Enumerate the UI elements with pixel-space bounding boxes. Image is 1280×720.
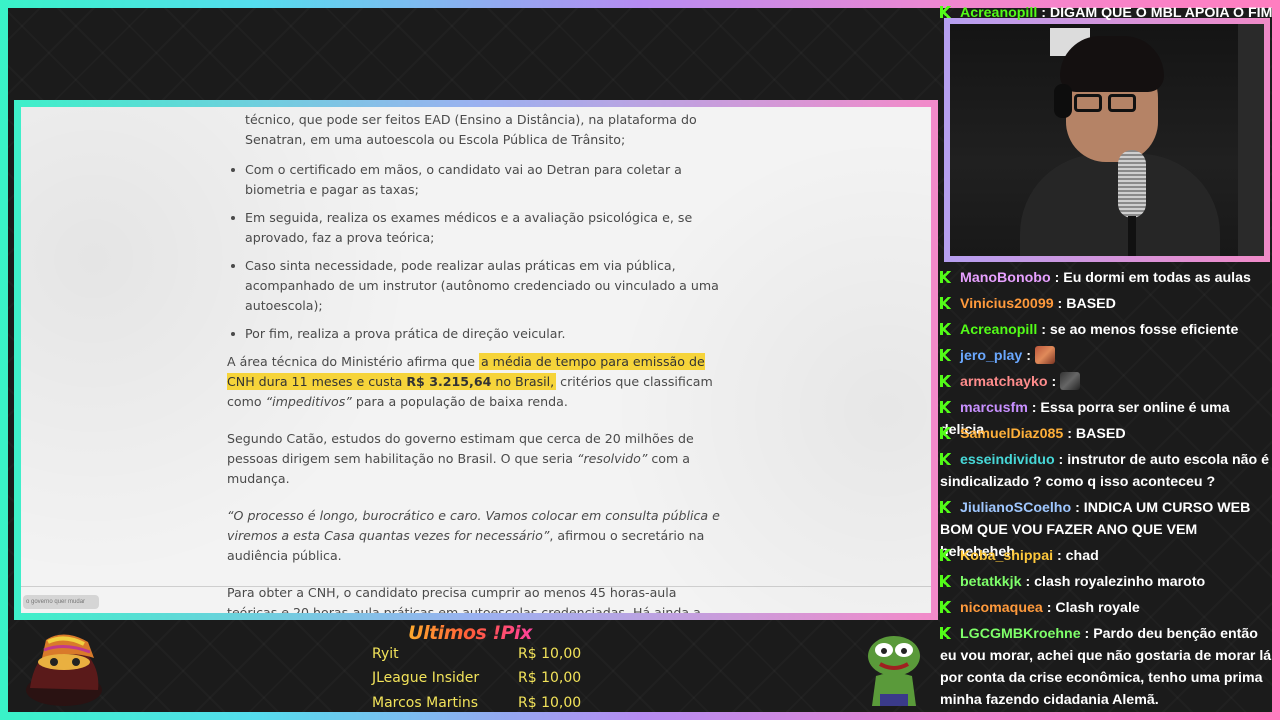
chat-text: : Eu dormi em todas as aulas <box>1050 270 1251 286</box>
pix-donor-name: Marcos Martins <box>372 695 479 711</box>
chat-username[interactable]: Koba_shippai <box>960 548 1053 564</box>
chat-text: : DIGAM QUE O MBL APOIA O FIM <box>1037 5 1273 21</box>
chat-username[interactable]: SamuelDiaz085 <box>960 426 1063 442</box>
kick-badge-icon <box>940 453 952 465</box>
kick-badge-icon <box>940 349 952 361</box>
divider <box>21 586 931 587</box>
chat-message: Acreanopill : se ao menos fosse eficient… <box>940 319 1274 341</box>
chat-message: nicomaquea : Clash royale <box>940 597 1274 619</box>
chat-text: : BASED <box>1063 426 1126 442</box>
kick-badge-icon <box>940 401 952 413</box>
chat-username[interactable]: armatchayko <box>960 374 1048 390</box>
kick-badge-icon <box>940 271 952 283</box>
chat-text: : Clash royale <box>1042 600 1140 616</box>
chat-username[interactable]: Acreanopill <box>960 5 1037 21</box>
article-body: técnico, que pode ser feitos EAD (Ensino… <box>227 107 727 613</box>
chat-panel: Acreanopill : DIGAM QUE O MBL APOIA O FI… <box>940 0 1274 720</box>
list-item-continuation: técnico, que pode ser feitos EAD (Ensino… <box>245 112 697 147</box>
paragraph-text: para a população de baixa renda. <box>351 394 568 409</box>
chat-username[interactable]: jero_play <box>960 348 1022 364</box>
chat-message: Vinicius20099 : BASED <box>940 293 1274 315</box>
article-capture-frame: técnico, que pode ser feitos EAD (Ensino… <box>14 100 938 620</box>
chat-username[interactable]: JiulianoSCoelho <box>960 500 1071 516</box>
chat-message: armatchayko : <box>940 371 1274 393</box>
steps-list: Com o certificado em mãos, o candidato v… <box>227 160 727 344</box>
kick-badge-icon <box>940 427 952 439</box>
chat-text: : clash royalezinho maroto <box>1021 574 1206 590</box>
paragraph-quote: “O processo é longo, burocrático e caro.… <box>227 506 727 566</box>
news-article: técnico, que pode ser feitos EAD (Ensino… <box>21 107 931 613</box>
pix-donation-value: R$ 10,00 <box>518 670 582 686</box>
pix-donation-value: R$ 10,00 <box>518 695 582 711</box>
paragraph-requirements: Para obter a CNH, o candidato precisa cu… <box>227 585 701 613</box>
chat-text: : chad <box>1053 548 1099 564</box>
chat-message: Acreanopill : DIGAM QUE O MBL APOIA O FI… <box>940 2 1274 22</box>
pix-donor-name: Ryit <box>372 646 399 662</box>
chat-message: LGCGMBKroehne : Pardo deu benção então e… <box>940 623 1274 711</box>
chat-message: ManoBonobo : Eu dormi em todas as aulas <box>940 267 1274 289</box>
chat-username[interactable]: esseindividuo <box>960 452 1055 468</box>
emote-icon <box>1060 372 1081 390</box>
chat-message: Koba_shippai : chad <box>940 545 1274 567</box>
list-item: Com o certificado em mãos, o candidato v… <box>227 160 727 200</box>
kick-badge-icon <box>940 323 952 335</box>
kick-badge-icon <box>940 297 952 309</box>
paragraph-text: A área técnica do Ministério afirma que <box>227 354 479 369</box>
list-item: Em seguida, realiza os exames médicos e … <box>227 208 727 248</box>
pix-donation-value: R$ 10,00 <box>518 646 582 662</box>
italic-quote: “resolvido” <box>576 451 648 466</box>
pix-donor-name: JLeague Insider <box>372 670 480 686</box>
emote-icon <box>1034 346 1055 364</box>
chat-username[interactable]: betatkkjk <box>960 574 1022 590</box>
highlight-bold-price: R$ 3.215,64 <box>406 374 492 389</box>
chat-username[interactable]: nicomaquea <box>960 600 1043 616</box>
chat-text: : se ao menos fosse eficiente <box>1037 322 1239 338</box>
chat-message: esseindividuo : instrutor de auto escola… <box>940 449 1274 493</box>
list-item: Caso sinta necessidade, pode realizar au… <box>227 256 727 316</box>
list-item: Por fim, realiza a prova prática de dire… <box>227 324 727 344</box>
kick-badge-icon <box>940 601 952 613</box>
chat-message: betatkkjk : clash royalezinho maroto <box>940 571 1274 593</box>
scroll-indicator[interactable]: o governo quer mudar <box>23 595 99 609</box>
kick-badge-icon <box>940 501 952 513</box>
paragraph-catao: Segundo Catão, estudos do governo estima… <box>227 429 727 489</box>
paragraph-ministry: A área técnica do Ministério afirma que … <box>227 352 727 412</box>
kick-badge-icon <box>940 549 952 561</box>
pix-title: Ultimos !Pix <box>400 622 540 644</box>
chat-username[interactable]: LGCGMBKroehne <box>960 626 1081 642</box>
chat-text: : <box>1022 348 1035 364</box>
chat-text: : <box>1047 374 1061 390</box>
chat-username[interactable]: ManoBonobo <box>960 270 1051 286</box>
chat-text: : BASED <box>1053 296 1116 312</box>
chat-message: jero_play : <box>940 345 1274 367</box>
chat-message: SamuelDiaz085 : BASED <box>940 423 1274 445</box>
chat-username[interactable]: marcusfm <box>960 400 1028 416</box>
mascot-left-icon <box>26 634 102 706</box>
pepe-icon <box>868 636 920 706</box>
kick-badge-icon <box>940 575 952 587</box>
italic-quote: “impeditivos” <box>265 394 352 409</box>
highlight-part: no Brasil, <box>491 374 555 389</box>
kick-badge-icon <box>940 375 952 387</box>
chat-username[interactable]: Vinicius20099 <box>960 296 1054 312</box>
kick-badge-icon <box>940 627 952 639</box>
kick-badge-icon <box>940 6 952 18</box>
chat-username[interactable]: Acreanopill <box>960 322 1037 338</box>
